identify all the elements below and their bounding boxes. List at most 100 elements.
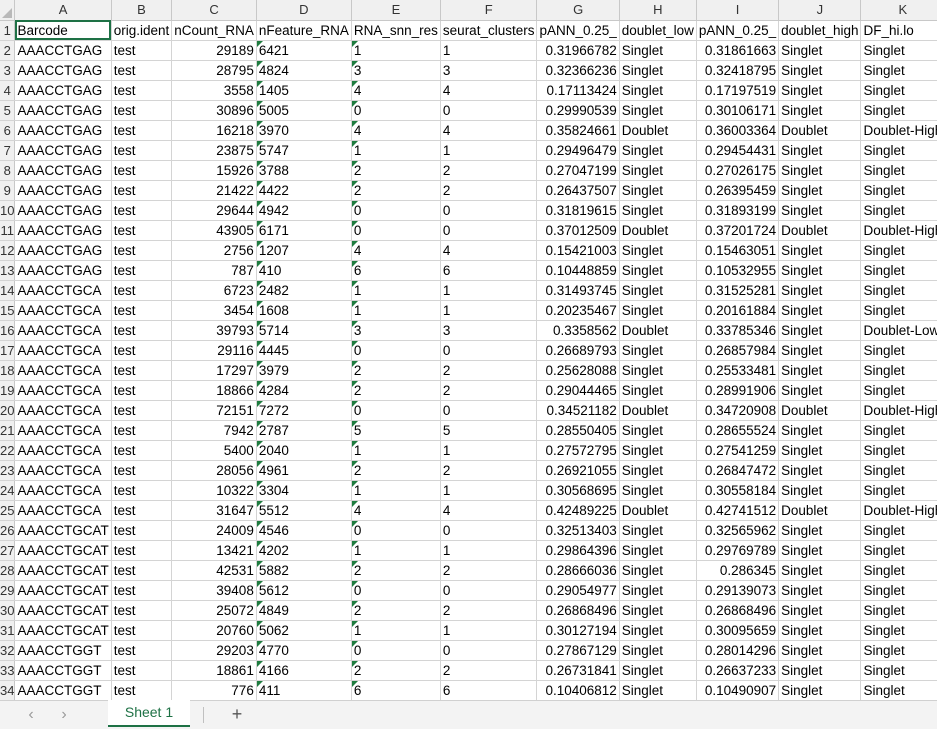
- cell[interactable]: 0.34521182: [536, 400, 620, 421]
- cell[interactable]: AAACCTGAG: [14, 260, 112, 281]
- cell[interactable]: 0.31861663: [696, 40, 780, 61]
- cell[interactable]: AAACCTGCAT: [14, 600, 112, 621]
- cell[interactable]: 42531: [171, 560, 257, 581]
- cell[interactable]: AAACCTGCA: [14, 500, 112, 521]
- cell[interactable]: 0.30106171: [696, 100, 780, 121]
- cell[interactable]: 1: [351, 620, 441, 641]
- cell[interactable]: 1: [351, 540, 441, 561]
- cell[interactable]: 4: [440, 120, 538, 141]
- cell[interactable]: 6723: [171, 280, 257, 301]
- row-header[interactable]: 12: [0, 240, 16, 261]
- cell[interactable]: test: [111, 320, 173, 341]
- cell[interactable]: AAACCTGAG: [14, 140, 112, 161]
- cell[interactable]: 0.26437507: [536, 180, 620, 201]
- cell[interactable]: test: [111, 600, 173, 621]
- cell[interactable]: Singlet: [860, 360, 937, 381]
- cell[interactable]: 0: [351, 400, 441, 421]
- cell[interactable]: 1207: [256, 240, 352, 261]
- cell[interactable]: AAACCTGCAT: [14, 540, 112, 561]
- row-header[interactable]: 31: [0, 620, 16, 641]
- cell[interactable]: test: [111, 380, 173, 401]
- cell[interactable]: test: [111, 420, 173, 441]
- cell[interactable]: Singlet: [778, 160, 862, 181]
- cell[interactable]: 5062: [256, 620, 352, 641]
- cell[interactable]: Singlet: [778, 360, 862, 381]
- cell[interactable]: 4284: [256, 380, 352, 401]
- cell[interactable]: Singlet: [619, 360, 697, 381]
- cell[interactable]: Singlet: [619, 140, 697, 161]
- cell[interactable]: 1: [351, 480, 441, 501]
- cell[interactable]: test: [111, 660, 173, 681]
- column-header-e[interactable]: E: [351, 0, 441, 21]
- cell[interactable]: Singlet: [619, 380, 697, 401]
- cell[interactable]: 3: [440, 320, 538, 341]
- cell[interactable]: 410: [256, 260, 352, 281]
- cell[interactable]: test: [111, 460, 173, 481]
- cell[interactable]: 0: [440, 400, 538, 421]
- cell[interactable]: 0.286345: [696, 560, 780, 581]
- cell[interactable]: 0.26689793: [536, 340, 620, 361]
- cell[interactable]: test: [111, 620, 173, 641]
- cell[interactable]: Singlet: [860, 300, 937, 321]
- cell[interactable]: 2: [351, 160, 441, 181]
- cell[interactable]: 6: [440, 260, 538, 281]
- cell[interactable]: 24009: [171, 520, 257, 541]
- cell[interactable]: 0.31493745: [536, 280, 620, 301]
- header-cell[interactable]: Barcode: [14, 20, 112, 41]
- cell[interactable]: Singlet: [778, 340, 862, 361]
- cell[interactable]: 0.37201724: [696, 220, 780, 241]
- cell[interactable]: Singlet: [778, 300, 862, 321]
- cell[interactable]: 0: [440, 200, 538, 221]
- cell[interactable]: 4961: [256, 460, 352, 481]
- cell[interactable]: Singlet: [778, 140, 862, 161]
- cell[interactable]: 0: [351, 640, 441, 661]
- cell[interactable]: test: [111, 400, 173, 421]
- cell[interactable]: 0.26395459: [696, 180, 780, 201]
- cell[interactable]: 1: [440, 440, 538, 461]
- column-header-c[interactable]: C: [171, 0, 257, 21]
- cell[interactable]: Singlet: [619, 300, 697, 321]
- cell[interactable]: 1: [440, 620, 538, 641]
- sheet-tab-sheet-1[interactable]: Sheet 1: [108, 700, 190, 727]
- cell[interactable]: Singlet: [619, 680, 697, 700]
- cell[interactable]: 0.29044465: [536, 380, 620, 401]
- cell[interactable]: 30896: [171, 100, 257, 121]
- cell[interactable]: Singlet: [619, 60, 697, 81]
- row-header[interactable]: 18: [0, 360, 16, 381]
- cell[interactable]: 2: [351, 380, 441, 401]
- cell[interactable]: 776: [171, 680, 257, 700]
- cell[interactable]: Singlet: [860, 420, 937, 441]
- column-header-d[interactable]: D: [256, 0, 352, 21]
- cell[interactable]: Singlet: [860, 440, 937, 461]
- cell[interactable]: Singlet: [860, 160, 937, 181]
- cell[interactable]: 4202: [256, 540, 352, 561]
- cell[interactable]: 0.10532955: [696, 260, 780, 281]
- cell[interactable]: Singlet: [860, 40, 937, 61]
- cell[interactable]: 39408: [171, 580, 257, 601]
- cell[interactable]: 0.30558184: [696, 480, 780, 501]
- cell[interactable]: 0.29864396: [536, 540, 620, 561]
- cell[interactable]: Singlet: [860, 280, 937, 301]
- cell[interactable]: 5: [351, 420, 441, 441]
- cell[interactable]: AAACCTGAG: [14, 220, 112, 241]
- cell[interactable]: Singlet: [778, 520, 862, 541]
- cell[interactable]: 4546: [256, 520, 352, 541]
- cell[interactable]: Doublet: [778, 220, 862, 241]
- cell[interactable]: 3: [351, 60, 441, 81]
- cell[interactable]: Singlet: [778, 580, 862, 601]
- cell[interactable]: 7942: [171, 420, 257, 441]
- cell[interactable]: Singlet: [860, 240, 937, 261]
- cell[interactable]: 0.32366236: [536, 60, 620, 81]
- cell[interactable]: Singlet: [619, 200, 697, 221]
- row-header[interactable]: 23: [0, 460, 16, 481]
- cell[interactable]: test: [111, 680, 173, 700]
- cell[interactable]: 0.3358562: [536, 320, 620, 341]
- cell[interactable]: 0.31819615: [536, 200, 620, 221]
- cell[interactable]: 0: [440, 520, 538, 541]
- cell[interactable]: Doublet: [619, 220, 697, 241]
- row-header[interactable]: 22: [0, 440, 16, 461]
- cell[interactable]: 4: [351, 80, 441, 101]
- cell[interactable]: 1: [351, 440, 441, 461]
- cell[interactable]: 1: [440, 540, 538, 561]
- cell[interactable]: 2: [351, 600, 441, 621]
